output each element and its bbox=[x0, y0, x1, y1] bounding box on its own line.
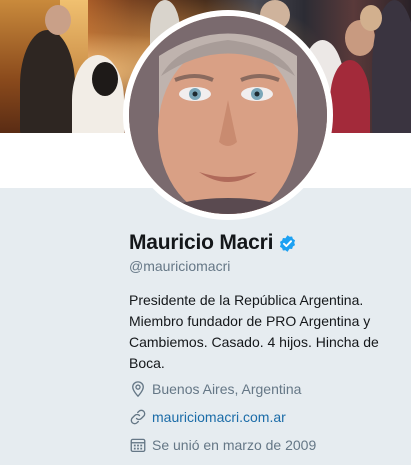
profile-website: mauriciomacri.com.ar bbox=[129, 408, 286, 426]
website-link[interactable]: mauriciomacri.com.ar bbox=[152, 409, 286, 425]
joined-date-text: Se unió en marzo de 2009 bbox=[152, 437, 317, 453]
profile-joined: Se unió en marzo de 2009 bbox=[129, 436, 316, 454]
avatar-portrait bbox=[129, 16, 327, 214]
location-pin-icon bbox=[129, 380, 147, 398]
avatar[interactable] bbox=[129, 16, 327, 214]
location-text: Buenos Aires, Argentina bbox=[152, 381, 302, 397]
profile-name[interactable]: Mauricio Macri bbox=[129, 231, 273, 255]
calendar-icon bbox=[129, 436, 147, 454]
verified-badge-icon bbox=[278, 234, 297, 253]
link-icon bbox=[129, 408, 147, 426]
profile-name-row: Mauricio Macri bbox=[129, 230, 297, 256]
profile-handle[interactable]: @mauriciomacri bbox=[129, 258, 230, 274]
profile-location: Buenos Aires, Argentina bbox=[129, 380, 301, 398]
profile-bio: Presidente de la República Argentina. Mi… bbox=[129, 292, 379, 371]
